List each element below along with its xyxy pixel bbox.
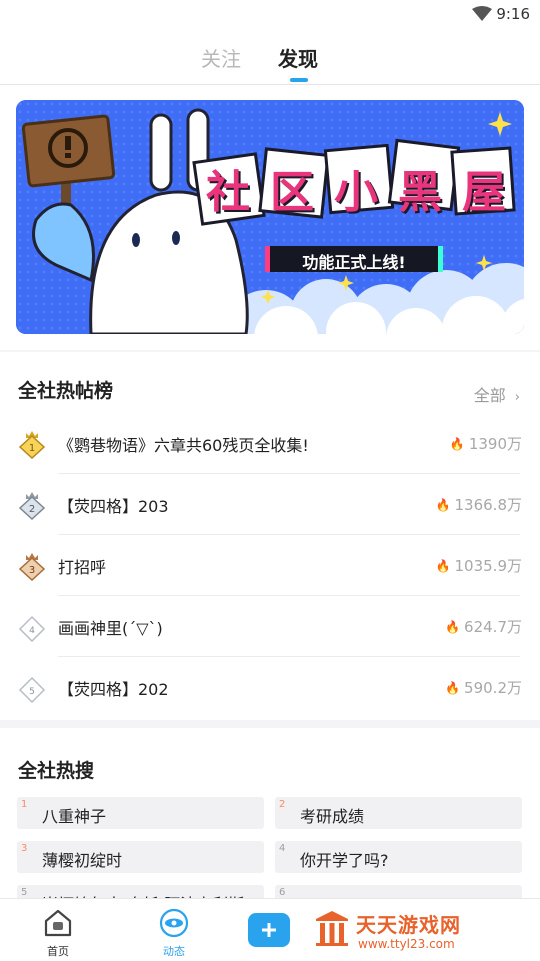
banner-title: 社区小黑屋 [206, 167, 524, 218]
flame-icon: 🔥 [445, 680, 461, 695]
chip-rank: 2 [279, 799, 286, 810]
watermark: 天天游戏网 www.ttyl23.com [314, 907, 524, 955]
view-all-label: 全部 [473, 386, 506, 405]
tab-indicator [290, 78, 308, 82]
feed-icon [159, 908, 189, 938]
tab-discover[interactable]: 发现 [278, 43, 318, 72]
rank-number: 5 [29, 687, 35, 697]
tab-follow[interactable]: 关注 [201, 43, 241, 72]
rank-5-badge-icon: 5 [18, 676, 46, 703]
nav-feed-label: 动态 [163, 945, 185, 958]
heat-value: 1035.9万 [454, 557, 523, 575]
heat-value: 1366.8万 [454, 496, 523, 514]
chip-text: 考研成绩 [300, 807, 365, 826]
nav-feed[interactable]: 动态 [134, 899, 214, 961]
hot-post-row[interactable]: 5 【荧四格】202 🔥 590.2万 [0, 657, 540, 718]
chip-text: 八重神子 [42, 807, 107, 826]
create-post-button[interactable] [248, 913, 290, 947]
post-title: 【荧四格】202 [58, 680, 169, 699]
view-all-link[interactable]: 全部 › [474, 382, 520, 406]
flame-icon: 🔥 [435, 558, 451, 573]
plus-icon [262, 923, 276, 937]
chip-rank: 3 [21, 843, 28, 854]
flame-icon: 🔥 [435, 497, 451, 512]
rank-number: 1 [29, 443, 35, 454]
heat-count: 🔥 1366.8万 [436, 494, 522, 515]
rank-number: 4 [29, 626, 35, 636]
hot-post-row[interactable]: 2 【荧四格】203 🔥 1366.8万 [0, 474, 540, 535]
hot-search-chip[interactable]: 3 薄樱初绽时 [17, 841, 264, 873]
hot-posts-title: 全社热帖榜 [18, 380, 114, 402]
hot-search-chip[interactable]: 1 八重神子 [17, 797, 264, 829]
chip-rank: 6 [279, 887, 286, 898]
nav-home-label: 首页 [47, 945, 69, 958]
post-title: 打招呼 [58, 558, 107, 577]
chip-text: 薄樱初绽时 [42, 851, 123, 870]
promo-banner[interactable]: 社区小黑屋 功能正式上线! [16, 100, 524, 334]
post-title: 画画神里(´▽`) [58, 619, 163, 638]
heat-count: 🔥 590.2万 [445, 677, 522, 698]
rank-number: 2 [29, 504, 35, 515]
rank-number: 3 [29, 565, 35, 576]
nav-home[interactable]: 首页 [18, 899, 98, 961]
banner-subtitle: 功能正式上线! [302, 253, 406, 272]
post-title: 【荧四格】203 [58, 497, 169, 516]
chip-rank: 4 [279, 843, 286, 854]
heat-count: 🔥 1035.9万 [436, 555, 522, 576]
heat-count: 🔥 624.7万 [445, 616, 522, 637]
chevron-right-icon: › [514, 390, 520, 405]
rank-4-badge-icon: 4 [18, 615, 46, 642]
flame-icon: 🔥 [445, 619, 461, 634]
rank-3-bronze-badge-icon: 3 [18, 553, 46, 581]
status-time: 9:16 [496, 5, 530, 23]
wifi-icon [472, 6, 492, 21]
rank-1-gold-badge-icon: 1 [18, 431, 46, 459]
hot-post-row[interactable]: 4 画画神里(´▽`) 🔥 624.7万 [0, 596, 540, 657]
watermark-url: www.ttyl23.com [358, 937, 455, 951]
chip-text: 你开学了吗? [300, 851, 389, 870]
hot-search-chip[interactable]: 4 你开学了吗? [275, 841, 522, 873]
heat-value: 1390万 [468, 435, 522, 453]
heat-value: 590.2万 [464, 679, 522, 697]
hot-search-chip[interactable]: 2 考研成绩 [275, 797, 522, 829]
flame-icon: 🔥 [449, 436, 465, 451]
hot-search-title: 全社热搜 [18, 760, 95, 782]
hot-posts-section: 全社热帖榜 全部 › 1 《鹦巷物语》六章共60残页全收集! 🔥 1390万 2… [0, 352, 540, 720]
heat-value: 624.7万 [464, 618, 522, 636]
chip-rank: 5 [21, 887, 28, 898]
hot-post-row[interactable]: 1 《鹦巷物语》六章共60残页全收集! 🔥 1390万 [0, 413, 540, 474]
heat-count: 🔥 1390万 [450, 433, 522, 454]
top-tabs: 关注 发现 [0, 30, 540, 85]
watermark-logo-icon [316, 911, 348, 946]
hot-post-row[interactable]: 3 打招呼 🔥 1035.9万 [0, 535, 540, 596]
watermark-text: 天天游戏网 [356, 913, 461, 937]
home-icon [44, 909, 72, 937]
bottom-nav: 首页 动态 天天游戏网 www.ttyl23.com [0, 898, 540, 961]
chip-rank: 1 [21, 799, 28, 810]
rank-2-silver-badge-icon: 2 [18, 492, 46, 520]
banner-section: 社区小黑屋 功能正式上线! [0, 85, 540, 350]
status-bar: 9:16 [0, 0, 540, 30]
post-title: 《鹦巷物语》六章共60残页全收集! [58, 436, 309, 455]
